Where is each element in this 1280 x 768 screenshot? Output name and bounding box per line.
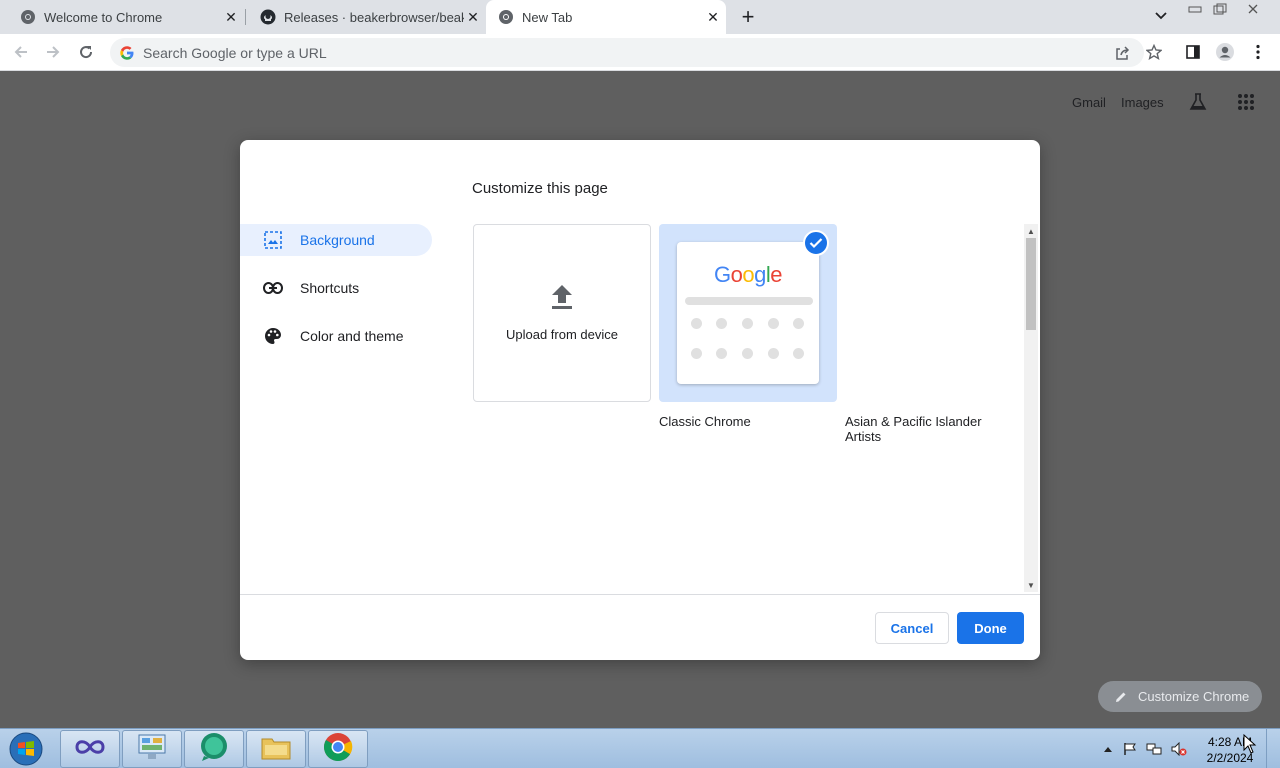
shortcut-dot: [768, 318, 779, 329]
nav-item-background[interactable]: Background: [240, 224, 432, 256]
shortcut-dot: [742, 318, 753, 329]
classic-chrome-tile[interactable]: Google: [659, 224, 837, 402]
omnibox-input[interactable]: [143, 44, 1043, 61]
close-icon[interactable]: ✕: [222, 8, 240, 26]
artists-collection-label[interactable]: Asian & Pacific Islander Artists: [845, 414, 1005, 444]
nav-item-color-and-theme[interactable]: Color and theme: [240, 320, 432, 352]
palette-icon: [262, 325, 284, 347]
customize-chrome-button[interactable]: Customize Chrome: [1098, 681, 1262, 712]
network-icon[interactable]: [1146, 741, 1162, 757]
customize-chrome-label: Customize Chrome: [1138, 689, 1250, 704]
pencil-icon: [1114, 689, 1130, 705]
taskbar-app-control-panel[interactable]: [122, 730, 182, 768]
back-arrow-icon[interactable]: [7, 38, 35, 66]
labs-flask-icon[interactable]: [1186, 90, 1210, 114]
chat-bubble-icon: [198, 732, 230, 767]
search-bar-preview: [685, 297, 813, 305]
tab-releases[interactable]: Releases · beakerbrowser/beaker ✕: [240, 0, 486, 34]
shortcut-dot: [691, 318, 702, 329]
selected-check-icon: [803, 230, 829, 256]
mouse-cursor-icon: [1243, 733, 1257, 754]
image-icon: [262, 229, 284, 251]
shortcut-dot: [793, 318, 804, 329]
tab-title: New Tab: [522, 9, 573, 25]
shortcut-dot: [793, 348, 804, 359]
dialog-title: Customize this page: [472, 180, 608, 197]
window-close-icon[interactable]: [1242, 0, 1264, 18]
upload-from-device-tile[interactable]: Upload from device: [473, 224, 651, 402]
chrome-logo-icon: [323, 732, 353, 767]
taskbar-app-chrome[interactable]: [308, 730, 368, 768]
scroll-up-arrow-icon[interactable]: ▲: [1027, 227, 1035, 236]
shortcut-dot: [768, 348, 779, 359]
show-desktop-button[interactable]: [1266, 729, 1280, 768]
tab-strip: Welcome to Chrome ✕ Releases · beakerbro…: [0, 0, 1280, 34]
google-logo: Google: [713, 262, 783, 287]
profile-avatar-icon[interactable]: [1211, 38, 1239, 66]
reload-icon[interactable]: [72, 38, 100, 66]
side-panel-icon[interactable]: [1179, 38, 1207, 66]
tab-title: Releases · beakerbrowser/beaker: [284, 9, 464, 25]
taskbar-app-file-explorer[interactable]: [246, 730, 306, 768]
scrollbar[interactable]: ▲ ▼: [1024, 224, 1038, 592]
chrome-icon: [20, 9, 36, 25]
tab-search-chevron-icon[interactable]: [1150, 5, 1172, 27]
more-menu-icon[interactable]: [1244, 38, 1272, 66]
shortcut-dot: [716, 348, 727, 359]
shortcut-dot: [742, 348, 753, 359]
taskbar-app-infinity[interactable]: [60, 730, 120, 768]
bookmark-star-icon[interactable]: [1140, 38, 1168, 66]
shortcut-dot: [716, 318, 727, 329]
chrome-icon: [498, 9, 514, 25]
done-button[interactable]: Done: [957, 612, 1024, 644]
taskbar-app-chat[interactable]: [184, 730, 244, 768]
github-icon: [260, 9, 276, 25]
start-orb-icon[interactable]: [4, 731, 48, 767]
classic-chrome-preview: Google: [677, 242, 819, 384]
tab-new-tab[interactable]: New Tab ✕: [486, 0, 726, 34]
nav-item-label: Shortcuts: [300, 280, 360, 296]
gmail-link[interactable]: Gmail: [1072, 95, 1106, 110]
scrollbar-thumb[interactable]: [1026, 238, 1036, 330]
close-icon[interactable]: ✕: [704, 8, 722, 26]
google-g-icon: [119, 45, 135, 61]
upload-icon: [551, 284, 573, 315]
images-link[interactable]: Images: [1121, 95, 1164, 110]
control-panel-icon: [137, 733, 167, 766]
scroll-down-arrow-icon[interactable]: ▼: [1027, 581, 1035, 590]
tab-welcome[interactable]: Welcome to Chrome ✕: [0, 0, 244, 34]
windows-taskbar: 4:28 AM 2/2/2024: [0, 728, 1280, 768]
restore-icon[interactable]: [1209, 0, 1231, 18]
tab-title: Welcome to Chrome: [44, 9, 163, 25]
customize-dialog: Customize this page Background Shortcuts…: [240, 140, 1040, 660]
shortcut-dot: [691, 348, 702, 359]
upload-label: Upload from device: [506, 327, 618, 342]
classic-chrome-label: Classic Chrome: [659, 414, 751, 429]
link-icon: [262, 277, 284, 299]
volume-muted-icon[interactable]: [1171, 741, 1187, 757]
browser-toolbar: [0, 34, 1280, 71]
address-bar[interactable]: [110, 38, 1144, 67]
nav-item-shortcuts[interactable]: Shortcuts: [240, 272, 432, 304]
infinity-app-icon: [74, 737, 106, 762]
new-tab-button[interactable]: +: [734, 3, 762, 31]
share-icon[interactable]: [1108, 38, 1136, 67]
cancel-button[interactable]: Cancel: [875, 612, 949, 644]
forward-arrow-icon[interactable]: [39, 38, 67, 66]
minimize-icon[interactable]: [1184, 0, 1206, 18]
nav-item-label: Color and theme: [300, 328, 404, 344]
folder-icon: [260, 733, 292, 766]
tray-expand-arrow-icon[interactable]: [1100, 741, 1116, 757]
dialog-divider: [240, 594, 1040, 595]
action-center-flag-icon[interactable]: [1122, 741, 1138, 757]
apps-grid-icon[interactable]: [1234, 90, 1258, 114]
close-icon[interactable]: ✕: [464, 8, 482, 26]
nav-item-label: Background: [300, 232, 375, 248]
